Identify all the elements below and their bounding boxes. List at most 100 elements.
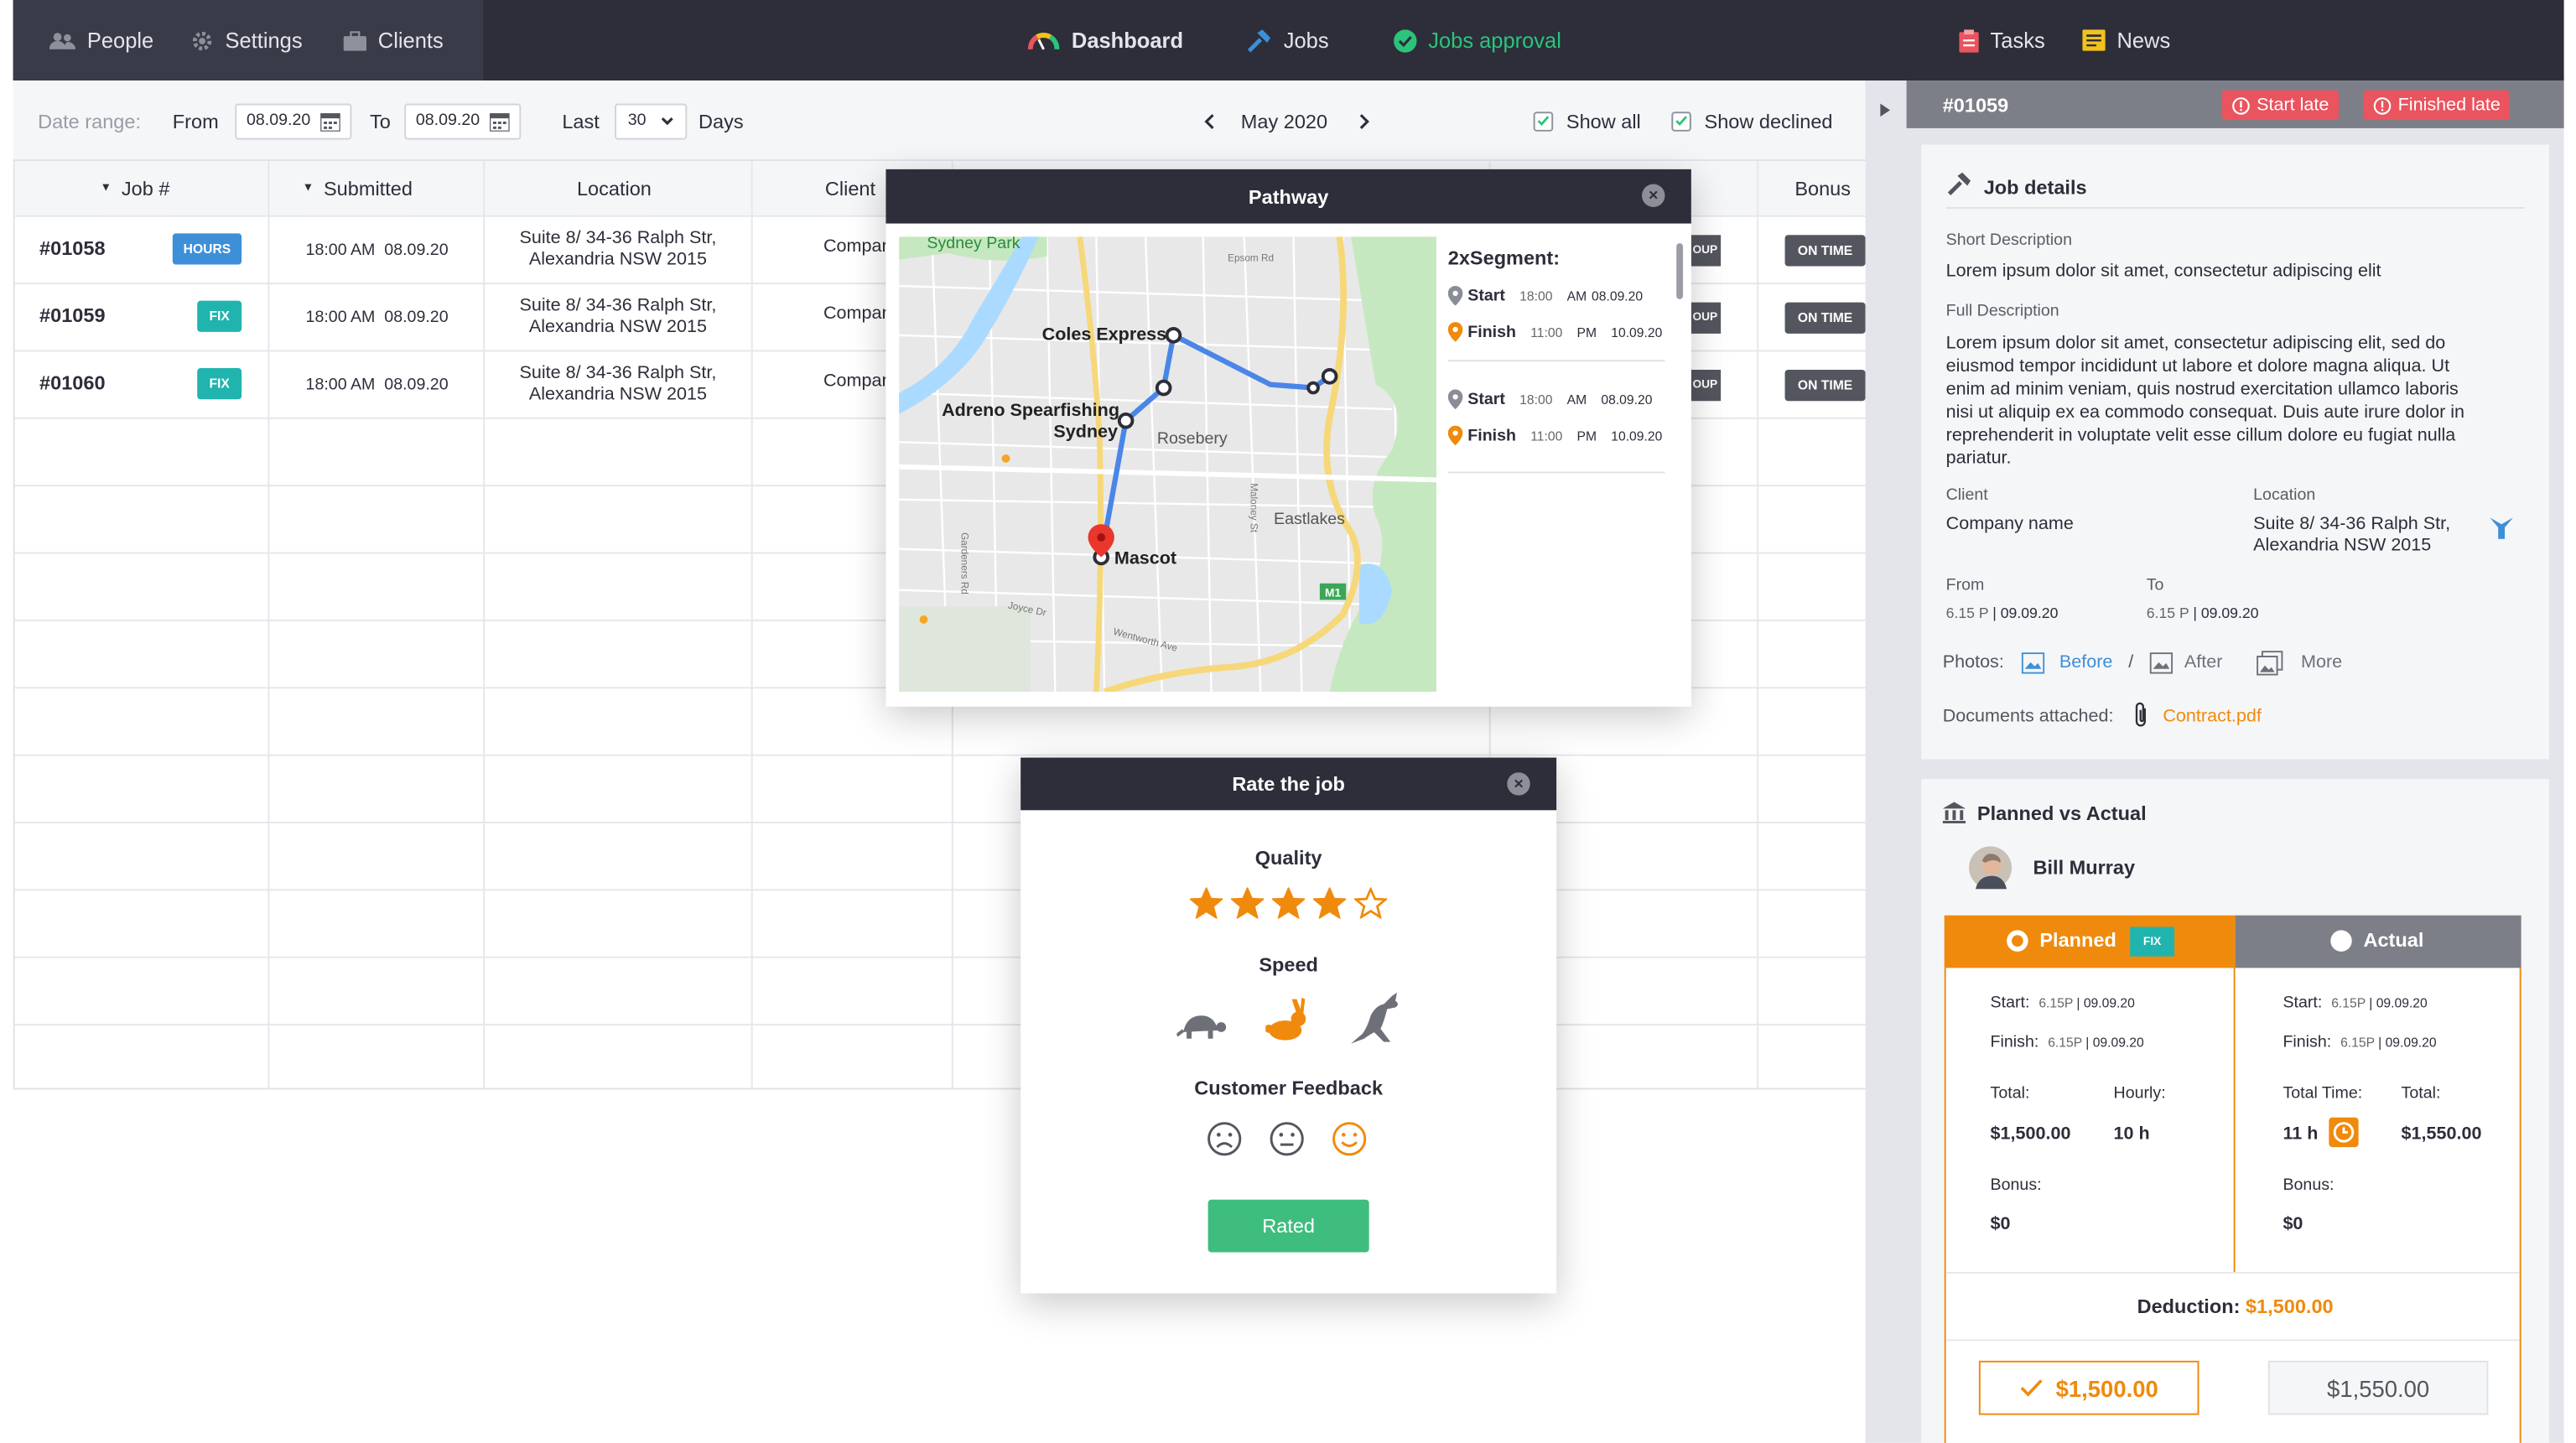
actual-total: $1,550.00	[2401, 1124, 2482, 1145]
next-month-button[interactable]	[1358, 80, 1371, 161]
industrial-area	[899, 606, 1031, 693]
planned-fix-badge: FIX	[2130, 927, 2175, 957]
sad-face-icon[interactable]	[1207, 1121, 1243, 1157]
group-badge: OUP	[1690, 370, 1722, 402]
star-filled-icon[interactable]	[1313, 887, 1347, 919]
contract-link[interactable]: Contract.pdf	[2163, 707, 2261, 727]
from-date-input[interactable]: 08.09.20	[235, 102, 352, 139]
feedback-options	[1207, 1121, 1368, 1157]
quality-stars[interactable]	[1190, 887, 1388, 919]
scrollbar-thumb[interactable]	[1676, 243, 1684, 299]
gallery-icon	[2257, 651, 2283, 676]
segment-title: 2xSegment:	[1447, 247, 1561, 270]
chevron-right-icon	[1359, 113, 1369, 129]
rate-title: Rate the job	[1232, 772, 1345, 796]
planned-finish: Finish: 6.15P | 09.09.20	[1990, 1033, 2144, 1052]
show-all-label: Show all	[1566, 109, 1641, 132]
happy-face-icon[interactable]	[1332, 1121, 1368, 1157]
planned-bonus-label: Bonus:	[1990, 1176, 2042, 1195]
header-bonus[interactable]: Bonus	[1794, 161, 1852, 215]
nav-jobs[interactable]: Jobs	[1246, 0, 1329, 80]
route-map[interactable]: M1 Sydney Park Coles Express Adreno Spea…	[899, 236, 1437, 693]
nav-news[interactable]: News	[2082, 0, 2170, 80]
from-date-value: 08.09.20	[247, 112, 311, 130]
show-all-checkbox[interactable]: Show all	[1533, 80, 1641, 161]
header-submitted[interactable]: ▼ Submitted	[302, 161, 413, 215]
to-date-input[interactable]: 08.09.20	[404, 102, 522, 139]
map-label-mascot: Mascot	[1114, 547, 1176, 568]
prev-month-button[interactable]	[1203, 80, 1217, 161]
job-type-badge: FIX	[197, 368, 242, 400]
nav-news-label: News	[2116, 28, 2171, 53]
kangaroo-icon[interactable]	[1348, 992, 1404, 1046]
close-icon[interactable]: ×	[1642, 184, 1665, 207]
actual-finish: Finish: 6.15P | 09.09.20	[2283, 1033, 2437, 1052]
approve-planned-button[interactable]: $1,500.00	[1978, 1360, 2199, 1415]
show-declined-checkbox[interactable]: Show declined	[1671, 80, 1833, 161]
header-client[interactable]: Client	[824, 161, 876, 215]
star-filled-icon[interactable]	[1190, 887, 1223, 919]
panel-collapse-strip[interactable]	[1865, 80, 1907, 1443]
map-label-eastlakes: Eastlakes	[1274, 510, 1345, 528]
show-declined-label: Show declined	[1704, 109, 1833, 132]
map-pin-icon	[1447, 286, 1463, 306]
finished-late-label: Finished late	[2397, 95, 2501, 116]
approve-actual-button[interactable]: $1,550.00	[2267, 1360, 2489, 1415]
checkbox-checked-icon	[1671, 111, 1691, 131]
nav-people[interactable]: People	[49, 0, 153, 80]
alert-icon	[2232, 96, 2250, 114]
last-days-select[interactable]: 30	[615, 102, 688, 139]
nav-dashboard[interactable]: Dashboard	[1027, 0, 1183, 80]
header-location[interactable]: Location	[576, 161, 652, 215]
clock-icon	[2329, 1117, 2359, 1148]
photos-after-link[interactable]: After	[2184, 652, 2223, 672]
pathway-title: Pathway	[1248, 184, 1329, 208]
neutral-face-icon[interactable]	[1269, 1121, 1305, 1157]
check-icon	[2020, 1379, 2043, 1397]
rated-button[interactable]: Rated	[1208, 1199, 1369, 1253]
caret-right-icon	[1880, 103, 1890, 117]
deduction: Deduction: $1,500.00	[2137, 1295, 2334, 1318]
turtle-icon[interactable]	[1176, 1009, 1227, 1041]
hammer-icon	[1247, 29, 1271, 52]
row-submitted: 18:00 AM 08.09.20	[305, 241, 449, 260]
hammer-icon	[1947, 172, 1971, 196]
star-filled-icon[interactable]	[1231, 887, 1265, 919]
planned-hourly-label: Hourly:	[2113, 1084, 2166, 1103]
job-details-title: Job details	[1983, 175, 2087, 200]
on-time-badge: ON TIME	[1784, 370, 1866, 402]
star-empty-icon[interactable]	[1354, 887, 1388, 919]
nav-settings[interactable]: Settings	[190, 0, 303, 80]
nav-jobs-approval[interactable]: Jobs approval	[1394, 0, 1561, 80]
row-job-id[interactable]: #01058	[39, 236, 105, 259]
row-job-id[interactable]: #01059	[39, 304, 105, 327]
from-label: From	[1945, 576, 1985, 595]
star-filled-icon[interactable]	[1272, 887, 1306, 919]
photos-more-link[interactable]: More	[2301, 652, 2342, 672]
photos-before-link[interactable]: Before	[2059, 652, 2113, 672]
planned-tab-label: Planned	[2039, 928, 2116, 952]
actual-total-time-label: Total Time:	[2283, 1084, 2363, 1103]
to-date: 08.09.20	[404, 80, 522, 161]
last-days: 30	[615, 80, 688, 161]
job-detail-panel: #01059 Start late Finished late Job deta…	[1906, 80, 2564, 1443]
poi-marker	[919, 615, 928, 624]
map-pin-icon	[1447, 322, 1463, 342]
map-pin-icon	[1447, 425, 1463, 446]
pva-title: Planned vs Actual	[1976, 802, 2147, 825]
map-label-adreno2: Sydney	[1053, 420, 1118, 441]
close-icon[interactable]: ×	[1507, 772, 1530, 796]
map-pin-icon	[1447, 389, 1463, 410]
nav-clients[interactable]: Clients	[343, 0, 444, 80]
nav-dashboard-label: Dashboard	[1071, 28, 1184, 53]
map-label-gardeners: Gardeners Rd	[959, 532, 970, 594]
header-job[interactable]: ▼ Job #	[100, 161, 170, 215]
row-job-id[interactable]: #01060	[39, 371, 105, 394]
pathway-header: Pathway ×	[886, 169, 1691, 224]
directions-icon[interactable]	[2490, 516, 2513, 539]
row-submitted: 18:00 AM 08.09.20	[305, 376, 449, 395]
planned-hourly: 10 h	[2113, 1124, 2150, 1145]
nav-tasks[interactable]: Tasks	[1959, 0, 2045, 80]
pathway-modal: Pathway × M1 Sydney Park Coles Express A…	[886, 169, 1691, 707]
rabbit-icon[interactable]	[1265, 997, 1308, 1044]
